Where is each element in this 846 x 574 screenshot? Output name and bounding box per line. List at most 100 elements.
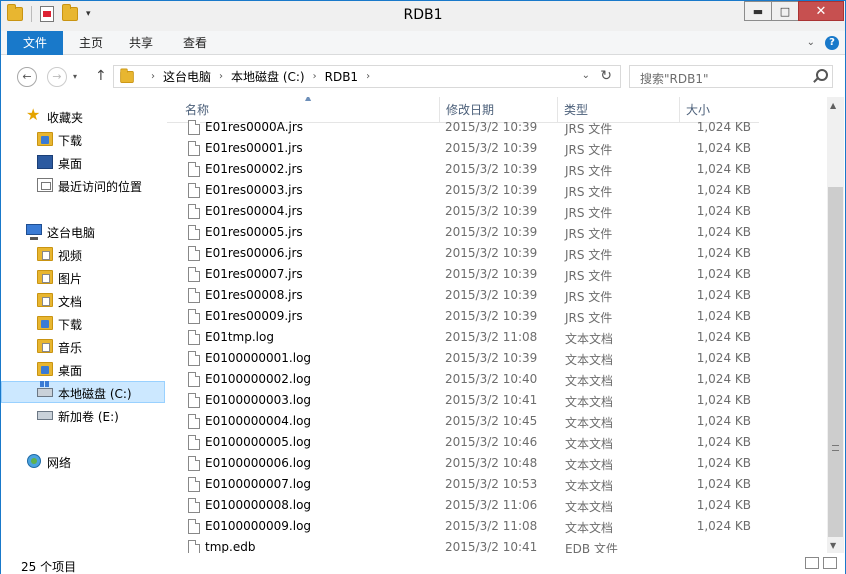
item-count: 25 个项目 bbox=[21, 560, 77, 574]
sidebar-item-pictures[interactable]: 图片 bbox=[1, 266, 165, 288]
up-arrow-icon[interactable]: ↑ bbox=[95, 68, 107, 84]
sidebar-item-local-disk-c[interactable]: 本地磁盘 (C:) bbox=[1, 381, 165, 403]
breadcrumb-separator[interactable]: › bbox=[151, 71, 155, 82]
breadcrumb-rdb1[interactable]: RDB1 bbox=[325, 70, 358, 84]
maximize-button[interactable]: □ bbox=[771, 1, 799, 21]
sidebar-item-desktop-pc[interactable]: 桌面 bbox=[1, 358, 165, 380]
table-row[interactable]: E0100000005.log 2015/3/2 10:46 文本文档 1,024 K… bbox=[167, 432, 767, 453]
table-row[interactable]: E0100000004.log 2015/3/2 10:45 文本文档 1,024 K… bbox=[167, 411, 767, 432]
file-rows: E01res0000A.jrs 2015/3/2 10:39 JRS 文件 1,024… bbox=[167, 117, 767, 553]
scrollbar-grip-icon bbox=[832, 445, 839, 451]
search-icon[interactable] bbox=[812, 69, 828, 83]
search-box[interactable]: 搜索"RDB1" bbox=[629, 65, 833, 88]
view-switcher bbox=[805, 557, 837, 569]
table-row[interactable]: E0100000003.log 2015/3/2 10:41 文本文档 1,024 K… bbox=[167, 390, 767, 411]
table-row[interactable]: E0100000007.log 2015/3/2 10:53 文本文档 1,024 K… bbox=[167, 474, 767, 495]
breadcrumb-separator[interactable]: › bbox=[219, 71, 223, 82]
explorer-window: ▾ RDB1 ▬ □ ✕ 文件 主页 共享 查看 ⌄ ? ← → ▾ ↑ › 这… bbox=[0, 0, 846, 574]
breadcrumb-local-disk[interactable]: 本地磁盘 (C:) bbox=[231, 68, 305, 85]
sidebar-item-downloads-pc[interactable]: 下载 bbox=[1, 312, 165, 334]
table-row[interactable]: E0100000009.log 2015/3/2 11:08 文本文档 1,024 K… bbox=[167, 516, 767, 537]
file-name: E0100000009.log bbox=[205, 519, 312, 533]
file-type: 文本文档 bbox=[565, 332, 614, 346]
table-row[interactable]: E01res00006.jrs 2015/3/2 10:39 JRS 文件 1,024… bbox=[167, 243, 767, 264]
document-icon bbox=[188, 540, 200, 553]
scrollbar-thumb[interactable] bbox=[828, 187, 843, 537]
minimize-button[interactable]: ▬ bbox=[744, 1, 772, 21]
forward-arrow-icon[interactable]: → bbox=[47, 67, 67, 87]
tab-home[interactable]: 主页 bbox=[71, 31, 111, 55]
sidebar-item-downloads[interactable]: 下载 bbox=[1, 128, 165, 150]
file-type: 文本文档 bbox=[565, 416, 614, 430]
file-size: 1,024 KB bbox=[696, 372, 751, 386]
recent-locations-dropdown-icon[interactable]: ▾ bbox=[73, 72, 77, 81]
table-row[interactable]: E0100000001.log 2015/3/2 10:39 文本文档 1,024 K… bbox=[167, 348, 767, 369]
back-arrow-icon[interactable]: ← bbox=[17, 67, 37, 87]
address-bar[interactable]: › 这台电脑 › 本地磁盘 (C:) › RDB1 › ⌄ ↻ bbox=[113, 65, 621, 88]
details-view-icon[interactable] bbox=[805, 557, 819, 569]
large-icons-view-icon[interactable] bbox=[823, 557, 837, 569]
expand-ribbon-chevron-down-icon[interactable]: ⌄ bbox=[807, 37, 815, 48]
table-row[interactable]: E01tmp.log 2015/3/2 11:08 文本文档 1,024 KB bbox=[167, 327, 767, 348]
document-icon bbox=[188, 393, 200, 408]
sidebar-network[interactable]: 网络 bbox=[1, 450, 165, 472]
table-row[interactable]: E0100000008.log 2015/3/2 11:06 文本文档 1,024 K… bbox=[167, 495, 767, 516]
vertical-scrollbar[interactable]: ▲ ▼ bbox=[827, 97, 844, 553]
scroll-down-arrow-icon[interactable]: ▼ bbox=[830, 541, 836, 550]
file-date: 2015/3/2 10:39 bbox=[445, 351, 538, 365]
file-type: 文本文档 bbox=[565, 500, 614, 514]
table-row[interactable]: E01res00008.jrs 2015/3/2 10:39 JRS 文件 1,024… bbox=[167, 285, 767, 306]
breadcrumb-this-pc[interactable]: 这台电脑 bbox=[163, 68, 211, 85]
file-size: 1,024 KB bbox=[696, 330, 751, 344]
address-history-chevron-down-icon[interactable]: ⌄ bbox=[582, 70, 590, 81]
file-size: 1,024 KB bbox=[696, 414, 751, 428]
table-row[interactable]: E01res00007.jrs 2015/3/2 10:39 JRS 文件 1,024… bbox=[167, 264, 767, 285]
table-row[interactable]: E01res00003.jrs 2015/3/2 10:39 JRS 文件 1,024… bbox=[167, 180, 767, 201]
scroll-up-arrow-icon[interactable]: ▲ bbox=[830, 101, 836, 110]
file-name: tmp.edb bbox=[205, 540, 256, 553]
table-row[interactable]: tmp.edb 2015/3/2 10:41 EDB 文件 bbox=[167, 537, 767, 553]
file-size: 1,024 KB bbox=[696, 141, 751, 155]
sidebar-item-videos[interactable]: 视频 bbox=[1, 243, 165, 265]
close-button[interactable]: ✕ bbox=[798, 1, 844, 21]
sidebar-item-recent-places[interactable]: 最近访问的位置 bbox=[1, 174, 165, 196]
tab-share[interactable]: 共享 bbox=[121, 31, 161, 55]
file-name: E01tmp.log bbox=[205, 330, 274, 344]
sidebar-item-documents[interactable]: 文档 bbox=[1, 289, 165, 311]
document-icon bbox=[188, 141, 200, 156]
table-row[interactable]: E01res00009.jrs 2015/3/2 10:39 JRS 文件 1,024… bbox=[167, 306, 767, 327]
table-row[interactable]: E01res00002.jrs 2015/3/2 10:39 JRS 文件 1,024… bbox=[167, 159, 767, 180]
breadcrumb-separator[interactable]: › bbox=[366, 71, 370, 82]
sidebar-item-desktop[interactable]: 桌面 bbox=[1, 151, 165, 173]
table-row[interactable]: E01res00005.jrs 2015/3/2 10:39 JRS 文件 1,024… bbox=[167, 222, 767, 243]
sidebar-this-pc[interactable]: 这台电脑 bbox=[1, 220, 165, 242]
breadcrumb-separator[interactable]: › bbox=[313, 71, 317, 82]
sidebar-item-music[interactable]: 音乐 bbox=[1, 335, 165, 357]
document-icon bbox=[188, 330, 200, 345]
document-icon bbox=[188, 288, 200, 303]
sidebar-item-new-volume-e[interactable]: 新加卷 (E:) bbox=[1, 404, 165, 426]
tab-view[interactable]: 查看 bbox=[175, 31, 215, 55]
file-name: E0100000001.log bbox=[205, 351, 312, 365]
file-date: 2015/3/2 10:39 bbox=[445, 309, 538, 323]
search-input[interactable]: 搜索"RDB1" bbox=[640, 70, 709, 87]
table-row[interactable]: E01res00001.jrs 2015/3/2 10:39 JRS 文件 1,024… bbox=[167, 138, 767, 159]
table-row[interactable]: E0100000006.log 2015/3/2 10:48 文本文档 1,024 K… bbox=[167, 453, 767, 474]
table-row[interactable]: E01res0000A.jrs 2015/3/2 10:39 JRS 文件 1,024… bbox=[167, 117, 767, 138]
document-icon bbox=[188, 204, 200, 219]
document-icon bbox=[188, 183, 200, 198]
help-icon[interactable]: ? bbox=[825, 36, 839, 50]
title-bar[interactable]: ▾ RDB1 ▬ □ ✕ bbox=[1, 1, 845, 31]
table-row[interactable]: E0100000002.log 2015/3/2 10:40 文本文档 1,024 K… bbox=[167, 369, 767, 390]
desktop-icon bbox=[37, 155, 53, 169]
file-size: 1,024 KB bbox=[696, 309, 751, 323]
tab-file[interactable]: 文件 bbox=[7, 31, 63, 55]
file-date: 2015/3/2 10:39 bbox=[445, 246, 538, 260]
table-row[interactable]: E01res00004.jrs 2015/3/2 10:39 JRS 文件 1,024… bbox=[167, 201, 767, 222]
sidebar-favorites[interactable]: ★ 收藏夹 bbox=[1, 105, 165, 127]
document-icon bbox=[188, 498, 200, 513]
file-type: JRS 文件 bbox=[565, 122, 613, 136]
refresh-icon[interactable]: ↻ bbox=[600, 68, 612, 84]
file-type: JRS 文件 bbox=[565, 227, 613, 241]
document-icon bbox=[188, 309, 200, 324]
